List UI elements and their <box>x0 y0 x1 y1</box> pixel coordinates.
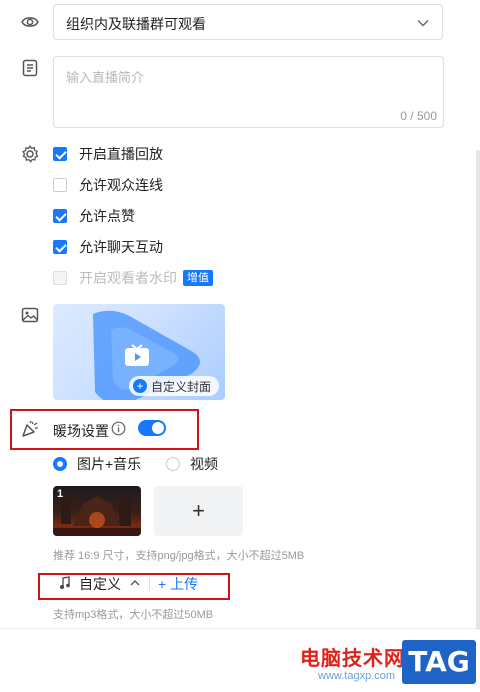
party-popper-icon <box>20 419 40 439</box>
document-icon <box>20 58 40 78</box>
option-label: 开启直播回放 <box>79 146 163 162</box>
music-select-row[interactable]: 自定义 + 上传 <box>53 575 198 593</box>
thumbnail-scene <box>53 492 141 536</box>
warmup-title: 暖场设置 <box>53 423 109 439</box>
option-allow-chat[interactable]: 允许聊天互动 <box>53 238 163 256</box>
image-hint: 推荐 16:9 尺寸，支持png/jpg格式，大小不超过5MB <box>53 550 305 562</box>
eye-icon <box>20 12 40 32</box>
upload-music-button[interactable]: + 上传 <box>158 574 198 594</box>
site-watermark-logo: TAG <box>402 640 476 684</box>
cover-image[interactable]: + 自定义封面 <box>53 304 225 400</box>
visibility-select[interactable]: 组织内及联播群可观看 <box>53 4 443 40</box>
radio-video[interactable]: 视频 <box>166 456 218 472</box>
premium-badge: 增值 <box>183 270 213 286</box>
scrollbar[interactable] <box>476 150 480 630</box>
site-watermark-text: 电脑技术网 <box>300 648 405 670</box>
plus-icon: + <box>132 379 147 393</box>
warmup-image-thumbnail[interactable]: 1 <box>53 486 141 536</box>
divider <box>149 578 150 590</box>
option-enable-replay[interactable]: 开启直播回放 <box>53 145 163 163</box>
checkbox-chat[interactable] <box>53 240 67 254</box>
tv-icon <box>123 344 151 373</box>
radio-label: 图片+音乐 <box>77 456 142 472</box>
radio-image-music[interactable]: 图片+音乐 <box>53 456 141 472</box>
checkbox-watermark <box>53 271 67 285</box>
radio-button-video[interactable] <box>166 457 180 471</box>
radio-label: 视频 <box>190 456 218 472</box>
custom-cover-button[interactable]: + 自定义封面 <box>128 376 219 396</box>
chevron-up-icon[interactable] <box>129 576 141 592</box>
option-label: 允许聊天互动 <box>79 239 163 255</box>
info-icon[interactable] <box>111 421 126 441</box>
radio-button-image-music[interactable] <box>53 457 67 471</box>
option-label: 允许点赞 <box>79 208 135 224</box>
chevron-down-icon <box>416 16 430 35</box>
checkbox-connect[interactable] <box>53 178 67 192</box>
custom-cover-label: 自定义封面 <box>150 379 211 394</box>
music-selected-value: 自定义 <box>79 576 121 592</box>
checkbox-like[interactable] <box>53 209 67 223</box>
site-watermark-url: www.tagxp.com <box>318 670 396 682</box>
option-allow-connect[interactable]: 允许观众连线 <box>53 176 163 194</box>
option-label: 允许观众连线 <box>79 177 163 193</box>
image-icon <box>20 305 40 325</box>
intro-placeholder: 输入直播简介 <box>66 70 145 85</box>
warmup-toggle[interactable] <box>138 420 166 436</box>
music-hint: 支持mp3格式，大小不超过50MB <box>53 609 214 621</box>
intro-char-counter: 0 / 500 <box>400 109 437 123</box>
option-viewer-watermark: 开启观看者水印 增值 <box>53 269 213 287</box>
option-label: 开启观看者水印 <box>79 270 177 286</box>
music-note-icon <box>59 575 71 593</box>
visibility-value: 组织内及联播群可观看 <box>66 16 206 32</box>
add-image-button[interactable]: + <box>154 486 243 536</box>
checkbox-replay[interactable] <box>53 147 67 161</box>
thumbnail-index: 1 <box>57 488 64 500</box>
footer-divider <box>0 628 480 629</box>
option-allow-like[interactable]: 允许点赞 <box>53 207 135 225</box>
intro-textarea[interactable]: 输入直播简介 0 / 500 <box>53 56 444 128</box>
gear-icon <box>20 144 40 164</box>
